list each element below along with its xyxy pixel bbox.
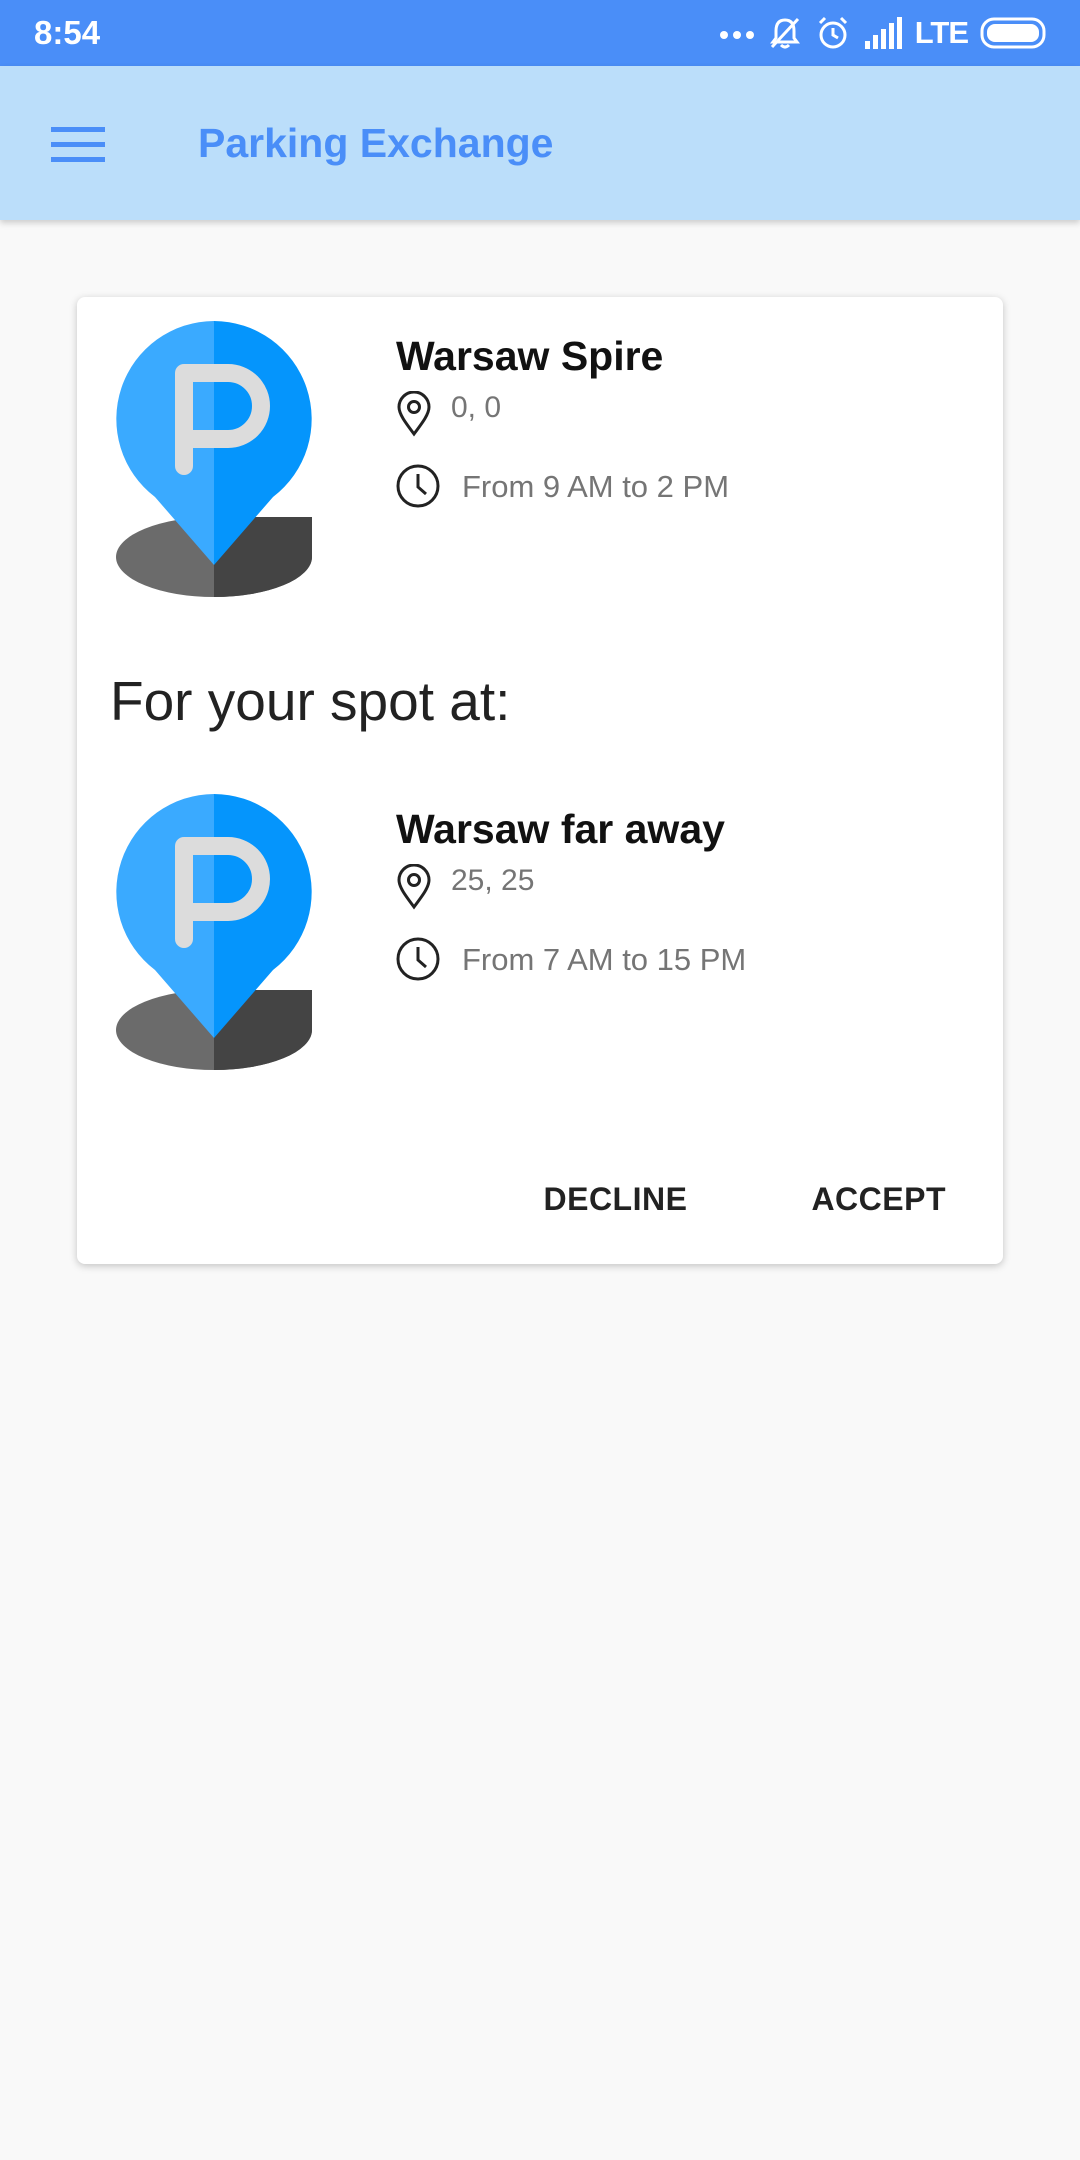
- accept-button[interactable]: ACCEPT: [791, 1171, 966, 1228]
- network-type: LTE: [914, 15, 969, 50]
- battery-icon: [980, 17, 1046, 49]
- for-your-spot-label: For your spot at:: [110, 670, 511, 732]
- spot-time-range: From 9 AM to 2 PM: [462, 469, 730, 504]
- spot-name: Warsaw Spire: [396, 333, 664, 379]
- spot-coordinates: 25, 25: [451, 864, 535, 897]
- spot-coordinates: 0, 0: [451, 391, 502, 424]
- app-bar: Parking Exchange: [0, 66, 1080, 220]
- status-icons: LTE: [719, 12, 1050, 54]
- parking-pin-icon: [116, 321, 312, 597]
- location-pin-icon: [397, 864, 431, 910]
- spot-time-range: From 7 AM to 15 PM: [462, 942, 747, 977]
- alarm-icon: [818, 16, 847, 49]
- spot-name: Warsaw far away: [396, 806, 725, 852]
- offered-spot: Warsaw Spire 0, 0 From 9 AM to 2 PM: [77, 297, 1003, 597]
- decline-button[interactable]: DECLINE: [523, 1171, 707, 1228]
- card-actions: DECLINE ACCEPT: [523, 1167, 1003, 1231]
- status-bar: 8:54 LTE: [0, 0, 1080, 66]
- signal-icon: [864, 17, 902, 49]
- exchange-offer-card: Warsaw Spire 0, 0 From 9 AM to 2 PM For …: [77, 297, 1003, 1264]
- clock-icon: [396, 937, 440, 981]
- parking-pin-icon: [116, 794, 312, 1070]
- hamburger-menu-icon: [51, 127, 105, 162]
- location-pin-icon: [397, 391, 431, 437]
- your-spot: Warsaw far away 25, 25 From 7 AM to 15 P…: [77, 770, 1003, 1070]
- more-notifications-icon: [719, 31, 754, 39]
- clock-icon: [396, 464, 440, 508]
- menu-button[interactable]: [40, 114, 116, 174]
- muted-notification-icon: [769, 17, 800, 49]
- app-title: Parking Exchange: [198, 120, 554, 166]
- status-time: 8:54: [34, 14, 101, 51]
